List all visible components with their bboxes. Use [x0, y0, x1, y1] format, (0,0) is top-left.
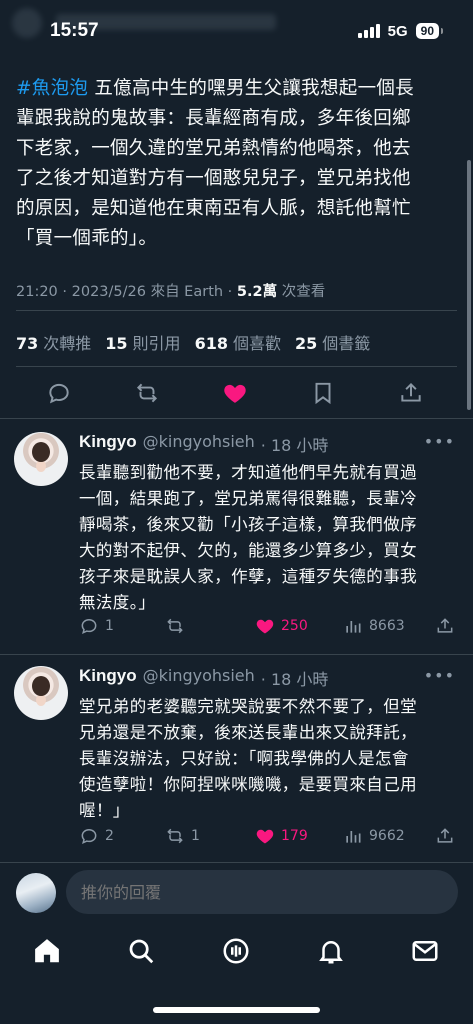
tweet-line: 了之後才知道對方有一個憨兒兒子，堂兄弟找他 — [16, 168, 411, 189]
like-icon[interactable] — [222, 380, 248, 406]
reply-action-bar: 2 1 179 9662 — [79, 826, 459, 848]
tweet-action-bar — [0, 372, 473, 412]
view-count: 5.2萬 — [236, 284, 278, 300]
tweet-line: 輩跟我說的鬼故事：長輩經商有成，多年後回鄉 — [16, 108, 411, 129]
reply-tweet[interactable]: Kingyo @kingyohsieh · 18 小時 ••• 堂兄弟的老婆聽完… — [0, 666, 473, 856]
reply-icon[interactable] — [46, 380, 72, 406]
reply-header: Kingyo @kingyohsieh · 18 小時 — [79, 432, 328, 456]
stat-retweets[interactable]: 73 次轉推 — [16, 330, 91, 354]
like-count: 250 — [281, 618, 308, 634]
reply-time: · 18 小時 — [260, 436, 329, 455]
views-icon — [346, 831, 361, 843]
retweet-icon — [167, 618, 183, 634]
like-icon — [256, 619, 274, 634]
share-icon — [437, 618, 453, 633]
tweet-line: 下老家，一個久違的堂兄弟熱情約他喝茶，他去 — [16, 138, 411, 159]
bottom-tab-bar — [0, 930, 473, 976]
like-button[interactable]: 179 — [255, 826, 308, 846]
avatar[interactable] — [14, 666, 68, 720]
more-options-icon[interactable]: ••• — [424, 666, 455, 685]
tweet-meta: 21:20 · 2023/5/26 來自 Earth · 5.2萬 次查看 — [16, 280, 325, 301]
share-button[interactable] — [435, 826, 455, 846]
hashtag-link[interactable]: #魚泡泡 — [16, 78, 88, 99]
avatar[interactable] — [14, 432, 68, 486]
status-bar: 15:57 5G 90 — [0, 0, 473, 62]
status-time: 15:57 — [50, 20, 99, 41]
reply-tweet[interactable]: Kingyo @kingyohsieh · 18 小時 ••• 長輩聽到勸他不要… — [0, 432, 473, 652]
divider — [0, 654, 473, 655]
tweet-stats: 73 次轉推 15 則引用 618 個喜歡 25 個書籤 — [16, 330, 370, 354]
divider — [0, 418, 473, 419]
more-options-icon[interactable]: ••• — [424, 432, 455, 451]
network-type: 5G — [387, 22, 408, 40]
views-count: 9662 — [369, 828, 405, 844]
home-indicator[interactable] — [153, 1007, 320, 1013]
reply-text: 堂兄弟的老婆聽完就哭說要不然不要了，但堂 兄弟還是不放棄，後來送長輩出來又說拜託… — [79, 697, 417, 820]
tweet-line: 的原因，是知道他在東南亞有人脈，想託他幫忙 — [16, 198, 411, 219]
tweet-line: 「買一個乖的」。 — [16, 228, 158, 249]
reply-button[interactable]: 1 — [79, 616, 114, 636]
reply-count: 2 — [105, 828, 114, 844]
reply-action-bar: 1 250 8663 — [79, 616, 459, 638]
scrollbar[interactable] — [467, 160, 471, 410]
user-handle[interactable]: @kingyohsieh — [143, 666, 255, 690]
tweet-timestamp: 21:20 · 2023/5/26 來自 Earth · — [16, 284, 237, 300]
reply-button[interactable]: 2 — [79, 826, 114, 846]
divider — [0, 862, 473, 863]
retweet-button[interactable]: 1 — [165, 826, 200, 846]
reply-time: · 18 小時 — [260, 670, 329, 689]
retweet-icon[interactable] — [134, 380, 160, 406]
tweet-line: 五億高中生的嘿男生父讓我想起一個長 — [88, 78, 414, 99]
user-handle[interactable]: @kingyohsieh — [143, 432, 255, 456]
stat-likes[interactable]: 618 個喜歡 — [195, 330, 281, 354]
battery-icon: 90 — [415, 23, 444, 39]
reply-composer — [0, 868, 473, 918]
notifications-icon[interactable] — [316, 936, 346, 966]
stat-bookmarks[interactable]: 25 個書籤 — [295, 330, 370, 354]
views-count: 8663 — [369, 618, 405, 634]
bookmark-icon[interactable] — [310, 380, 336, 406]
reply-header: Kingyo @kingyohsieh · 18 小時 — [79, 666, 328, 690]
cellular-signal-icon — [357, 24, 380, 38]
divider — [16, 310, 457, 311]
share-icon — [437, 828, 453, 843]
divider — [16, 366, 457, 367]
search-icon[interactable] — [126, 936, 156, 966]
reply-input[interactable] — [66, 870, 458, 914]
messages-icon[interactable] — [410, 936, 440, 966]
reply-text: 長輩聽到勸他不要，才知道他們早先就有買過 一個，結果跑了，堂兄弟罵得很難聽，長輩… — [79, 463, 417, 612]
views-button[interactable]: 8663 — [343, 616, 405, 636]
my-avatar[interactable] — [16, 873, 56, 913]
retweet-button[interactable] — [165, 616, 191, 636]
user-name[interactable]: Kingyo — [79, 666, 137, 690]
status-indicators: 5G 90 — [357, 22, 444, 40]
reply-icon — [81, 828, 97, 844]
views-icon — [346, 621, 361, 633]
home-icon[interactable] — [32, 936, 62, 966]
retweet-icon — [167, 828, 183, 844]
retweet-count: 1 — [191, 828, 200, 844]
reply-count: 1 — [105, 618, 114, 634]
user-name[interactable]: Kingyo — [79, 432, 137, 456]
share-icon[interactable] — [398, 380, 424, 406]
views-button[interactable]: 9662 — [343, 826, 405, 846]
spaces-icon[interactable] — [221, 936, 251, 966]
tweet-text: #魚泡泡 五億高中生的嘿男生父讓我想起一個長 輩跟我說的鬼故事：長輩經商有成，多… — [16, 74, 456, 254]
like-count: 179 — [281, 828, 308, 844]
like-icon — [256, 829, 274, 844]
reply-icon — [81, 618, 97, 634]
share-button[interactable] — [435, 616, 455, 636]
view-label: 次查看 — [277, 284, 326, 300]
like-button[interactable]: 250 — [255, 616, 308, 636]
stat-quotes[interactable]: 15 則引用 — [105, 330, 180, 354]
